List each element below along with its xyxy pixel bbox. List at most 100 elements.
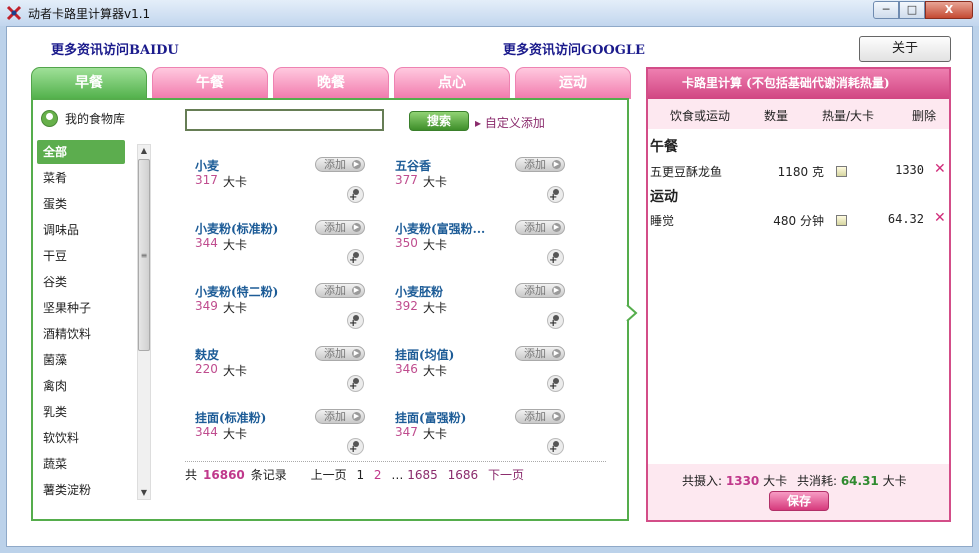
delete-icon[interactable]: ✕ <box>934 161 946 177</box>
category-scrollbar[interactable]: ▲ ≡ ▼ <box>137 144 151 500</box>
row-cal: 1330 <box>895 163 924 177</box>
tab-exercise[interactable]: 运动 <box>515 67 631 99</box>
food-item: 小麦 317 大卡 添加 ▶ <box>195 157 385 215</box>
page-2-link[interactable]: 2 <box>374 468 382 482</box>
add-food-button[interactable]: 添加 ▶ <box>315 346 365 361</box>
category-item[interactable]: 调味品 <box>37 218 147 244</box>
scroll-down-arrow-icon[interactable]: ▼ <box>138 487 150 499</box>
food-calories: 317 <box>195 173 218 187</box>
arrow-right-icon: ▶ <box>552 349 561 358</box>
arrow-right-icon: ▶ <box>352 160 361 169</box>
add-label: 添加 <box>324 410 346 423</box>
tab-snack[interactable]: 点心 <box>394 67 510 99</box>
tab-breakfast[interactable]: 早餐 <box>31 67 147 101</box>
add-to-library-icon[interactable] <box>347 438 364 455</box>
add-to-library-icon[interactable] <box>547 438 564 455</box>
arrow-right-icon: ▶ <box>352 223 361 232</box>
save-button[interactable]: 保存 <box>769 491 829 511</box>
food-name: 小麦粉(标准粉) <box>195 222 279 236</box>
category-item[interactable]: 酒精饮料 <box>37 322 147 348</box>
minimize-button[interactable]: ─ <box>873 1 899 19</box>
edit-icon[interactable] <box>836 215 847 226</box>
food-unit: 大卡 <box>223 364 248 378</box>
tab-lunch[interactable]: 午餐 <box>152 67 268 99</box>
category-item[interactable]: 软饮料 <box>37 426 147 452</box>
food-name: 小麦胚粉 <box>395 285 444 299</box>
pagination: 共 16860 条记录 上一页 1 2 … 1685 1686 下一页 <box>185 466 530 483</box>
search-button[interactable]: 搜索 <box>409 111 469 131</box>
add-food-button[interactable]: 添加 ▶ <box>315 409 365 424</box>
delete-icon[interactable]: ✕ <box>934 210 946 226</box>
food-unit: 大卡 <box>423 364 448 378</box>
arrow-right-icon: ▶ <box>552 412 561 421</box>
add-food-button[interactable]: 添加 ▶ <box>315 220 365 235</box>
add-to-library-icon[interactable] <box>547 249 564 266</box>
add-to-library-icon[interactable] <box>347 186 364 203</box>
burn-unit: 大卡 <box>882 474 907 488</box>
prev-page-link[interactable]: 上一页 <box>311 468 347 482</box>
category-item[interactable]: 蛋类 <box>37 192 147 218</box>
about-button[interactable]: 关于 <box>859 36 951 62</box>
col-food: 饮食或运动 <box>670 109 731 123</box>
category-list: 全部 菜肴 蛋类 调味品 干豆 谷类 坚果种子 酒精饮料 菌藻 禽肉 乳类 软饮… <box>37 140 147 504</box>
category-item[interactable]: 坚果种子 <box>37 296 147 322</box>
burn-label: 共消耗: <box>796 474 837 488</box>
category-item[interactable]: 乳类 <box>37 400 147 426</box>
page-1686-link[interactable]: 1686 <box>448 468 479 482</box>
add-to-library-icon[interactable] <box>547 375 564 392</box>
add-to-library-icon[interactable] <box>347 375 364 392</box>
pager-divider <box>185 461 606 462</box>
edit-icon[interactable] <box>836 166 847 177</box>
category-item[interactable]: 蔬菜 <box>37 452 147 478</box>
link-baidu[interactable]: 更多资讯访问BAIDU <box>51 39 179 58</box>
add-to-library-icon[interactable] <box>547 186 564 203</box>
add-to-library-icon[interactable] <box>347 312 364 329</box>
food-name: 五谷香 <box>395 159 432 173</box>
add-food-button[interactable]: 添加 ▶ <box>315 157 365 172</box>
category-item[interactable]: 菜肴 <box>37 166 147 192</box>
maximize-button[interactable]: □ <box>899 1 925 19</box>
food-name: 小麦粉(特二粉) <box>195 285 279 299</box>
scroll-up-arrow-icon[interactable]: ▲ <box>138 145 150 157</box>
food-item: 小麦粉(富强粉... 350 大卡 添加 ▶ <box>395 220 585 278</box>
tab-dinner[interactable]: 晚餐 <box>273 67 389 99</box>
food-item: 挂面(标准粉) 344 大卡 添加 ▶ <box>195 409 385 467</box>
custom-add-link[interactable]: ▸ 自定义添加 <box>475 114 545 131</box>
category-item[interactable]: 薯类淀粉 <box>37 478 147 504</box>
row-cal: 64.32 <box>887 212 924 226</box>
food-calories: 377 <box>395 173 418 187</box>
scroll-thumb[interactable]: ≡ <box>138 159 150 351</box>
food-calories: 349 <box>195 299 218 313</box>
arrow-right-icon: ▶ <box>352 286 361 295</box>
category-item-all[interactable]: 全部 <box>37 140 125 164</box>
col-qty: 数量 <box>764 109 789 123</box>
category-item[interactable]: 干豆 <box>37 244 147 270</box>
page-1685-link[interactable]: 1685 <box>407 468 438 482</box>
food-name: 小麦 <box>195 159 220 173</box>
link-google[interactable]: 更多资讯访问GOOGLE <box>503 39 645 58</box>
section-title-lunch: 午餐 <box>650 139 678 155</box>
category-item[interactable]: 菌藻 <box>37 348 147 374</box>
add-food-button[interactable]: 添加 ▶ <box>315 283 365 298</box>
add-food-button[interactable]: 添加 ▶ <box>515 157 565 172</box>
food-unit: 大卡 <box>423 301 448 315</box>
add-food-button[interactable]: 添加 ▶ <box>515 220 565 235</box>
food-unit: 大卡 <box>223 427 248 441</box>
search-input[interactable] <box>185 109 384 131</box>
calc-totals: 共摄入: 1330 大卡 共消耗: 64.31 大卡 <box>682 472 907 489</box>
add-food-button[interactable]: 添加 ▶ <box>515 283 565 298</box>
record-suffix: 条记录 <box>250 468 287 482</box>
close-button[interactable]: X <box>925 1 973 19</box>
food-unit: 大卡 <box>223 238 248 252</box>
add-to-library-icon[interactable] <box>547 312 564 329</box>
category-item[interactable]: 禽肉 <box>37 374 147 400</box>
category-item[interactable]: 谷类 <box>37 270 147 296</box>
add-food-button[interactable]: 添加 ▶ <box>515 346 565 361</box>
add-label: 添加 <box>324 284 346 297</box>
add-to-library-icon[interactable] <box>347 249 364 266</box>
food-item: 挂面(富强粉) 347 大卡 添加 ▶ <box>395 409 585 467</box>
page-1-link[interactable]: 1 <box>356 468 364 482</box>
next-page-link[interactable]: 下一页 <box>488 468 524 482</box>
food-item: 小麦粉(标准粉) 344 大卡 添加 ▶ <box>195 220 385 278</box>
add-food-button[interactable]: 添加 ▶ <box>515 409 565 424</box>
